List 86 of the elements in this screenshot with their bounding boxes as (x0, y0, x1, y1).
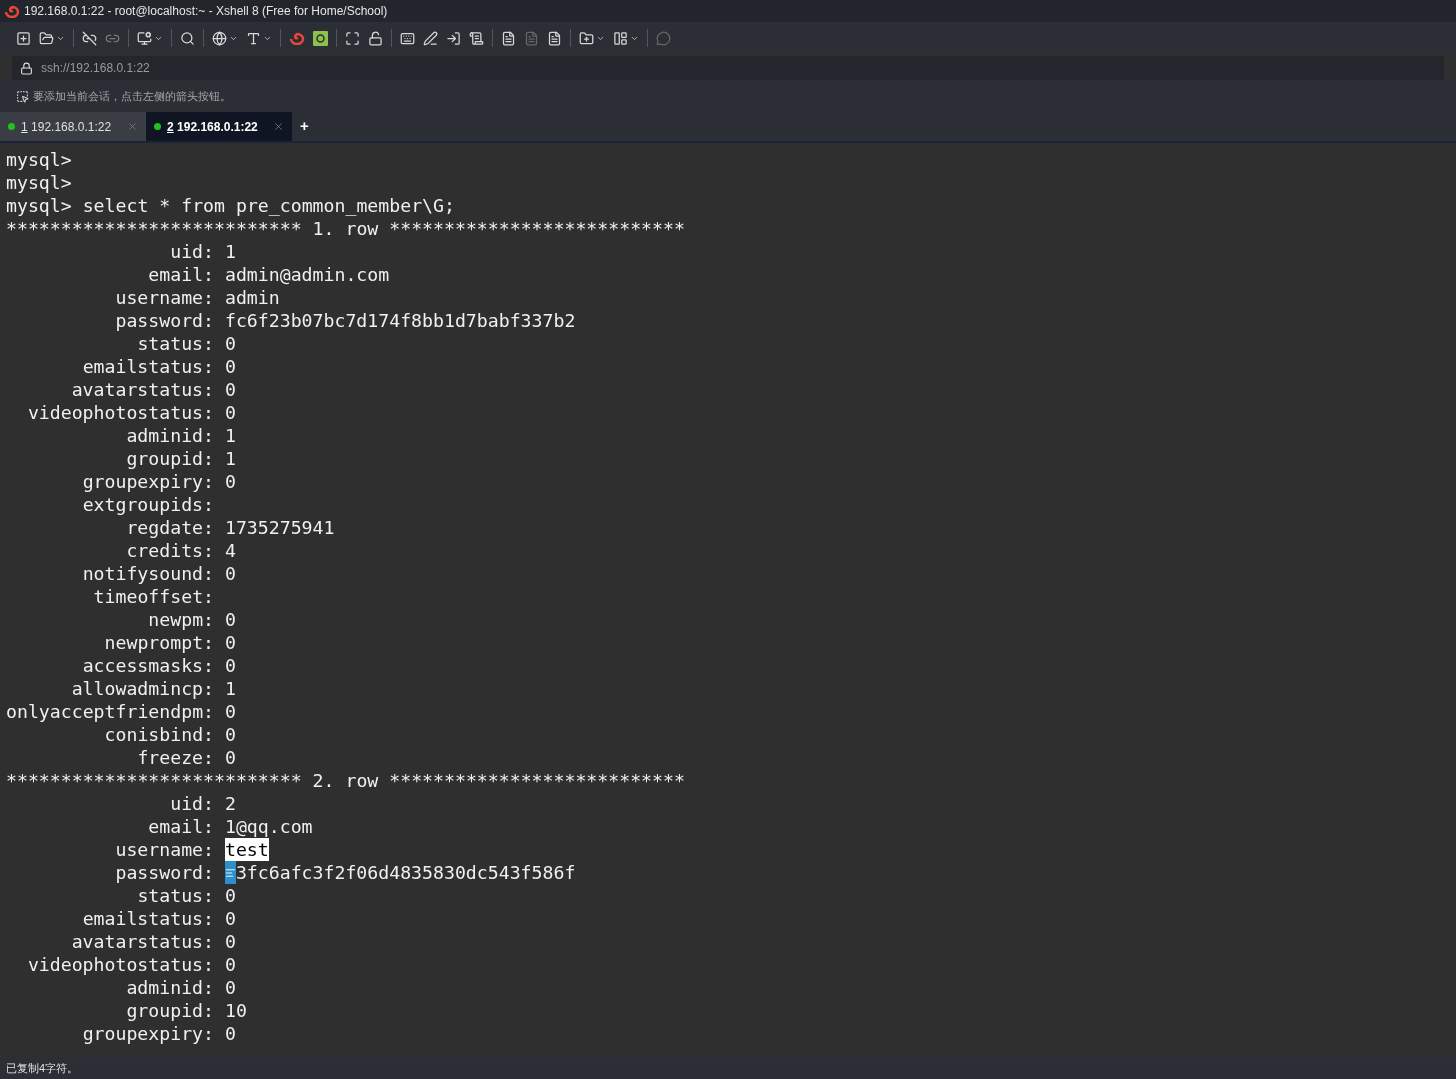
field-name: adminid: (126, 425, 215, 446)
field-name: avatarstatus: (71, 931, 215, 952)
field-name: avatarstatus: (71, 379, 215, 400)
hint-text: 要添加当前会话，点击左侧的箭头按钮。 (33, 88, 231, 104)
field-name: email: (148, 816, 215, 837)
field-name: username: (115, 839, 215, 860)
field-value: 1735275941 (224, 516, 335, 539)
field-value: 0 (224, 723, 236, 746)
field-value: test (224, 838, 269, 861)
tab-label: 2 192.168.0.1:22 (167, 118, 258, 136)
field-name: allowadmincp: (71, 678, 215, 699)
field-value: 0 (224, 378, 236, 401)
field-value: 0 (224, 746, 236, 769)
field-name: notifysound: (82, 563, 215, 584)
field-name: groupexpiry: (82, 1023, 215, 1044)
field-name: videophotostatus: (27, 402, 215, 423)
field-name: email: (148, 264, 215, 285)
field-name: onlyacceptfriendpm: (6, 701, 215, 722)
session-tab[interactable]: 2 192.168.0.1:22 (146, 112, 292, 141)
field-name: newpm: (148, 609, 215, 630)
field-value: 0 (224, 654, 236, 677)
window-title: 192.168.0.1:22 - root@localhost:~ - Xshell 8 (Free for Home/School) (24, 3, 388, 20)
field-name: username: (115, 287, 215, 308)
close-icon[interactable] (273, 121, 284, 132)
row-separator: *************************** 1. row *************************** (6, 218, 685, 239)
field-value: 0 (224, 470, 236, 493)
field-value: 0 (224, 930, 236, 953)
field-value: 1 (224, 424, 236, 447)
field-value: 1@qq.com (224, 815, 313, 838)
field-value: 0 (224, 700, 236, 723)
address-text: ssh://192.168.0.1:22 (41, 60, 150, 77)
field-name: videophotostatus: (27, 954, 215, 975)
field-name: groupid: (126, 448, 215, 469)
field-value: 1 (224, 677, 236, 700)
session-tab[interactable]: 1 192.168.0.1:22 (0, 112, 146, 141)
field-value: 0 (224, 953, 236, 976)
new-tab-button[interactable]: + (292, 112, 317, 141)
field-name: uid: (170, 793, 215, 814)
prompt-line: mysql> select * from pre_common_member\G; (6, 195, 455, 216)
field-value: 0 (224, 1022, 236, 1045)
field-value: 0 (224, 608, 236, 631)
app-logo-icon (4, 4, 20, 18)
field-value: 2 (224, 792, 236, 815)
add-session-icon[interactable] (16, 89, 29, 103)
field-name: emailstatus: (82, 908, 215, 929)
field-value: 0 (224, 355, 236, 378)
field-name: freeze: (137, 747, 215, 768)
field-value: 1 (224, 240, 236, 263)
field-name: accessmasks: (82, 655, 215, 676)
field-value: admin (224, 286, 280, 309)
tab-label: 1 192.168.0.1:22 (21, 118, 112, 136)
field-name: status: (137, 333, 215, 354)
field-value: 0 (224, 884, 236, 907)
field-name: credits: (126, 540, 215, 561)
field-value: 10 (224, 999, 247, 1022)
field-name: groupexpiry: (82, 471, 215, 492)
prompt-line: mysql> (6, 172, 72, 193)
field-name: newprompt: (104, 632, 215, 653)
field-value: 0 (224, 631, 236, 654)
address-bar[interactable]: ssh://192.168.0.1:22 (12, 56, 1444, 80)
field-name: password: (115, 862, 215, 883)
field-name: uid: (170, 241, 215, 262)
field-value: 4 (224, 539, 236, 562)
align-icon[interactable] (224, 861, 236, 884)
prompt-line: mysql> (6, 149, 72, 170)
lock-icon (20, 61, 33, 75)
field-name: groupid: (126, 1000, 215, 1021)
field-value: 1 (224, 447, 236, 470)
row-separator: *************************** 2. row *************************** (6, 770, 685, 791)
status-text: 已复制4字符。 (6, 1060, 79, 1076)
field-name: timeoffset: (93, 586, 215, 607)
field-name: status: (137, 885, 215, 906)
field-value: admin@admin.com (224, 263, 390, 286)
field-value: 0 (224, 401, 236, 424)
field-value: 0 (224, 907, 236, 930)
field-value: 3fc6afc3f2f06d4835830dc543f586f (235, 861, 576, 884)
field-name: regdate: (126, 517, 215, 538)
field-name: conisbind: (104, 724, 215, 745)
field-value: 0 (224, 332, 236, 355)
field-value: fc6f23b07bc7d174f8bb1d7babf337b2 (224, 309, 576, 332)
field-value: 0 (224, 562, 236, 585)
field-name: emailstatus: (82, 356, 215, 377)
field-value: 0 (224, 976, 236, 999)
field-name: extgroupids: (82, 494, 215, 515)
field-name: password: (115, 310, 215, 331)
field-name: adminid: (126, 977, 215, 998)
